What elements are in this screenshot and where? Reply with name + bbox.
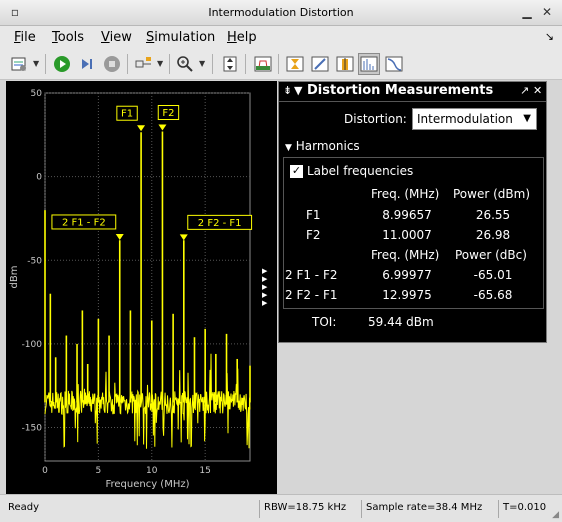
- marker-triangle: [179, 234, 188, 241]
- imd-low-name: 2 F1 - F2: [285, 268, 338, 282]
- distortion-measurements-icon[interactable]: [358, 53, 380, 75]
- x-tick-label: 0: [42, 466, 48, 476]
- x-tick-label: 15: [199, 466, 210, 476]
- col-freq-header-2: Freq. (MHz): [371, 248, 440, 262]
- distortion-label: Distortion:: [344, 112, 407, 126]
- zoom-dropdown-icon[interactable]: ▼: [199, 59, 205, 68]
- harmonics-section-toggle[interactable]: ▼ Harmonics: [285, 139, 360, 153]
- status-sample-rate: Sample rate=38.4 MHz: [361, 500, 486, 518]
- marker-triangle: [158, 124, 167, 131]
- step-forward-icon[interactable]: [76, 53, 98, 75]
- x-tick-label: 5: [96, 466, 102, 476]
- chevron-down-icon: ▼: [285, 143, 292, 153]
- signal-dropdown-icon[interactable]: ▼: [157, 59, 163, 68]
- close-panel-icon[interactable]: ✕: [533, 84, 542, 97]
- noise-trace: [44, 353, 251, 449]
- signal-select-icon[interactable]: [133, 53, 155, 75]
- y-tick-label: -50: [27, 256, 42, 266]
- title-bar: Intermodulation Distortion ▫ ▁ ✕: [0, 0, 562, 26]
- f1-power: 26.55: [475, 208, 511, 222]
- pin-icon[interactable]: ⇟: [283, 84, 292, 97]
- y-axis-label: dBm: [9, 266, 20, 289]
- distortion-select[interactable]: Intermodulation ▼: [412, 108, 537, 130]
- y-tick-label: -150: [22, 424, 43, 434]
- marker-triangle: [115, 233, 124, 240]
- run-icon[interactable]: [51, 53, 73, 75]
- settings-dropdown-icon[interactable]: ▼: [33, 59, 39, 68]
- peak-finder-icon[interactable]: [309, 53, 331, 75]
- spectrum-plot-svg: 50 0 -50 -100 -150 0 5 10 15 Frequency (MHz) dBm F1…: [9, 89, 253, 490]
- chevron-down-icon: ▼: [523, 113, 531, 124]
- col-power-dbc-header: Power (dBc): [455, 248, 527, 262]
- collapse-icon[interactable]: ▼: [294, 84, 302, 97]
- autoscale-icon[interactable]: [219, 53, 241, 75]
- stop-icon[interactable]: [101, 53, 123, 75]
- data-cursors-icon[interactable]: [284, 53, 306, 75]
- zoom-icon[interactable]: [174, 53, 196, 75]
- toi-label: TOI:: [312, 315, 337, 329]
- label-frequencies-label: Label frequencies: [307, 164, 414, 178]
- toolbar: ▼ ▼ ▼: [0, 48, 562, 80]
- harmonics-label: Harmonics: [295, 139, 360, 153]
- status-time: T=0.010: [498, 500, 550, 518]
- menu-simulation[interactable]: Simulation: [146, 30, 215, 45]
- f2-name: F2: [306, 228, 321, 242]
- marker-label: F2: [162, 108, 174, 119]
- f2-power: 26.98: [475, 228, 511, 242]
- menu-file[interactable]: File: [14, 30, 36, 45]
- y-tick-label: 50: [31, 89, 43, 99]
- panel-resize-handle[interactable]: ▶ ▶ ▶ ▶ ▶: [262, 267, 267, 307]
- y-tick-label: 0: [36, 173, 42, 183]
- menu-help[interactable]: Help: [227, 30, 257, 45]
- resize-grip-icon[interactable]: ◢: [552, 510, 559, 520]
- menu-tools[interactable]: Tools: [52, 30, 84, 45]
- f1-name: F1: [306, 208, 321, 222]
- panel-header: ⇟ ▼ Distortion Measurements ↗ ✕: [279, 82, 546, 102]
- marker-label: F1: [121, 109, 133, 120]
- distortion-measurements-panel: ⇟ ▼ Distortion Measurements ↗ ✕ Distorti…: [278, 81, 547, 343]
- imd-high-name: 2 F2 - F1: [285, 288, 338, 302]
- marker-triangle: [137, 125, 146, 132]
- distortion-select-value: Intermodulation: [417, 112, 513, 126]
- marker-label: 2 F1 - F2: [62, 217, 106, 228]
- menu-bar: File Tools View Simulation Help ↘: [0, 26, 562, 48]
- menu-view[interactable]: View: [101, 30, 132, 45]
- y-tick-label: -100: [22, 340, 43, 350]
- toi-value: 59.44 dBm: [368, 315, 434, 329]
- marker-label: 2 F2 - F1: [198, 218, 242, 229]
- window-menu-icon[interactable]: ▫: [8, 5, 22, 19]
- window-title: Intermodulation Distortion: [208, 6, 354, 19]
- col-freq-header: Freq. (MHz): [371, 187, 440, 201]
- ccdf-icon[interactable]: [383, 53, 405, 75]
- panel-title: Distortion Measurements: [307, 83, 494, 98]
- close-icon[interactable]: ✕: [540, 5, 554, 19]
- status-ready: Ready: [8, 502, 40, 513]
- status-rbw: RBW=18.75 kHz: [259, 500, 350, 518]
- x-tick-label: 10: [146, 466, 158, 476]
- f1-freq: 8.99657: [382, 208, 432, 222]
- minimize-icon[interactable]: ▁: [520, 5, 534, 19]
- imd-high-freq: 12.9975: [382, 288, 432, 302]
- x-axis-label: Frequency (MHz): [105, 479, 189, 490]
- undock-icon[interactable]: ↘: [545, 30, 554, 43]
- f2-freq: 11.0007: [382, 228, 432, 242]
- imd-low-power: -65.01: [473, 268, 513, 282]
- channel-measurements-icon[interactable]: [334, 53, 356, 75]
- spectrum-plot[interactable]: 50 0 -50 -100 -150 0 5 10 15 Frequency (MHz) dBm F1…: [6, 81, 277, 494]
- status-bar: Ready RBW=18.75 kHz Sample rate=38.4 MHz…: [0, 494, 562, 522]
- imd-low-freq: 6.99977: [382, 268, 432, 282]
- col-power-dbm-header: Power (dBm): [453, 187, 530, 201]
- undock-panel-icon[interactable]: ↗: [520, 84, 529, 97]
- label-frequencies-checkbox[interactable]: ✓: [290, 165, 303, 178]
- imd-high-power: -65.68: [473, 288, 513, 302]
- settings-icon[interactable]: [8, 53, 30, 75]
- spectrum-mask-icon[interactable]: [252, 53, 274, 75]
